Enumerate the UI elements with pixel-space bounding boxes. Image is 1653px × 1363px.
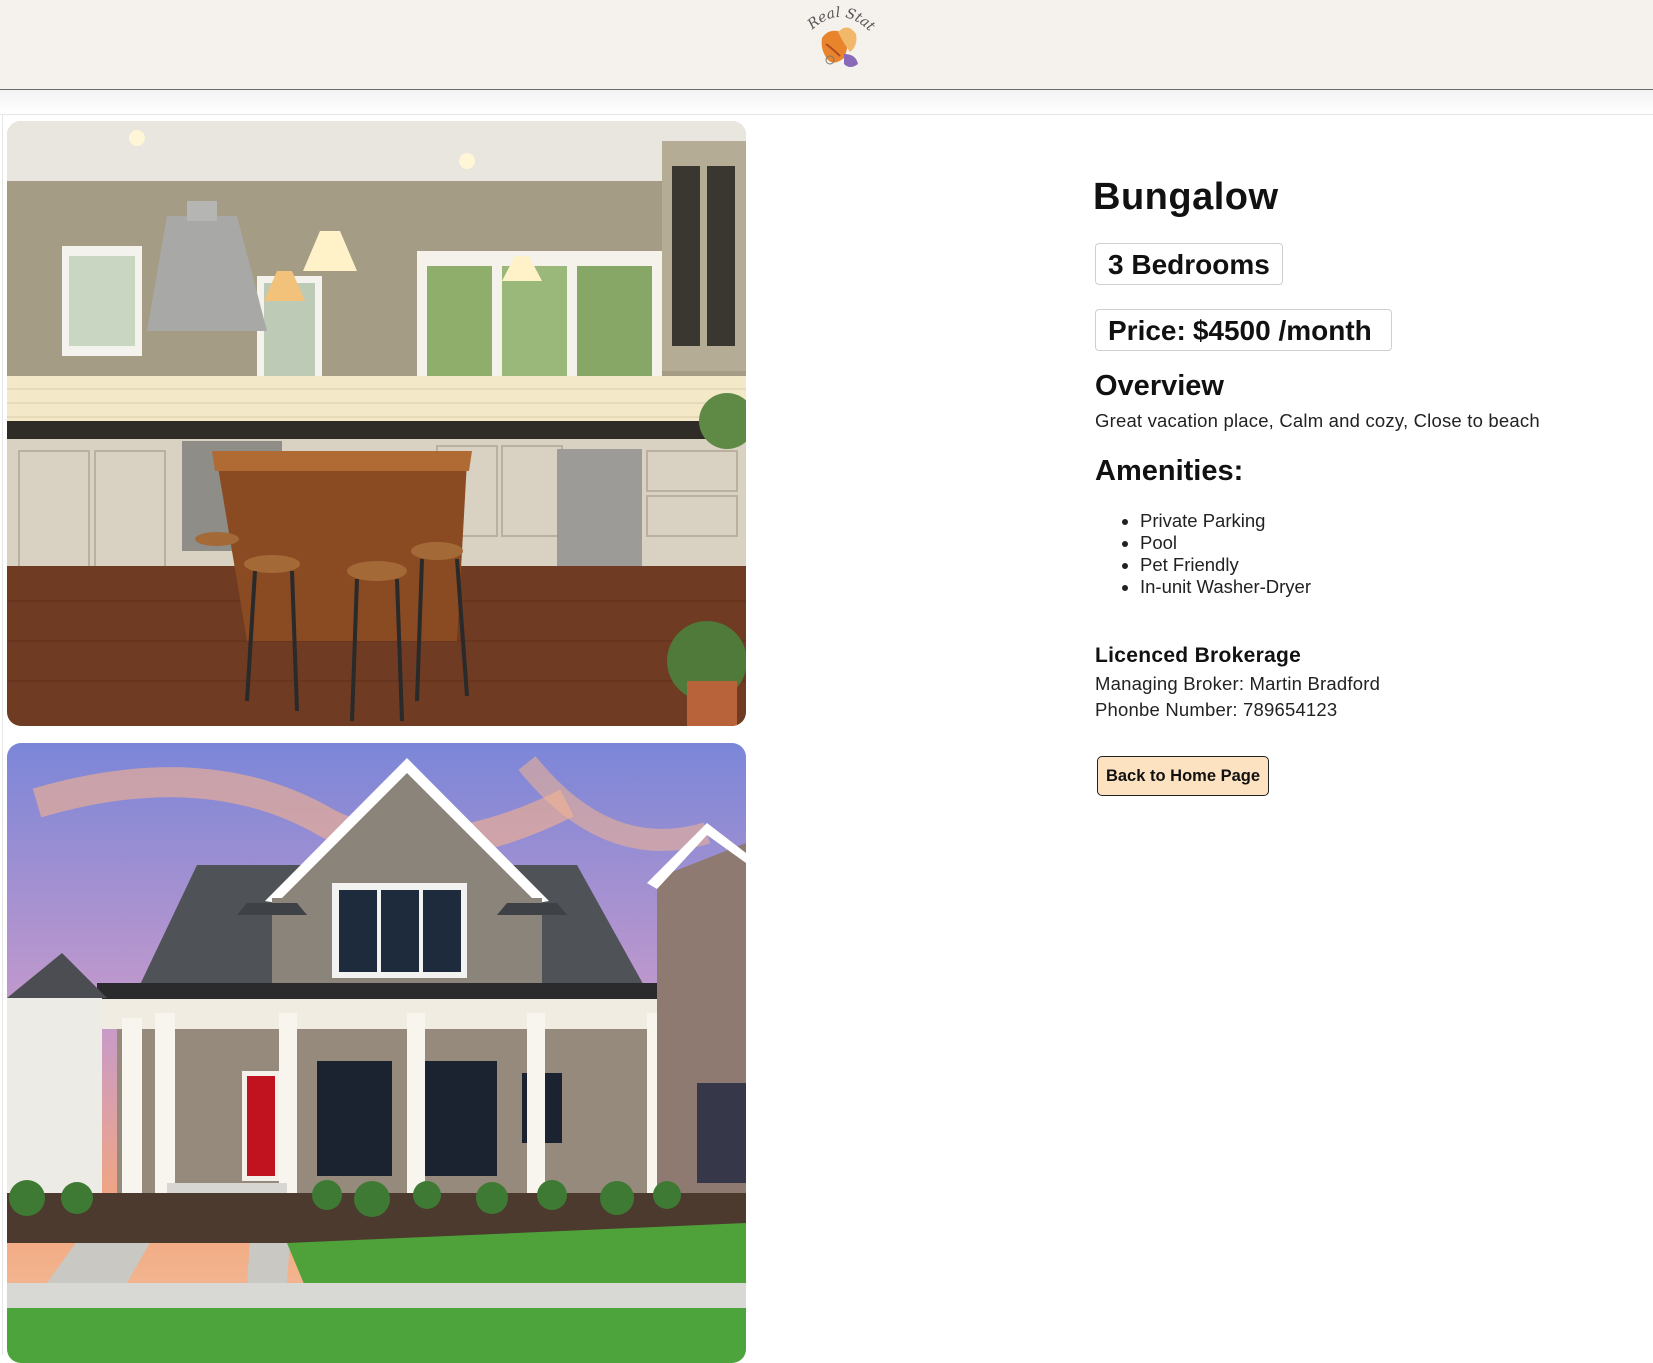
- brokerage-heading: Licenced Brokerage: [1095, 644, 1302, 667]
- kitchen-photo: [7, 121, 746, 726]
- price-badge: Price: $4500 /month: [1095, 309, 1392, 351]
- house-exterior-photo: [7, 743, 746, 1363]
- header-divider: [0, 90, 1653, 115]
- real-state-logo[interactable]: Real State: [796, 0, 880, 72]
- overview-text: Great vacation place, Calm and cozy, Clo…: [1095, 410, 1540, 431]
- back-to-home-button[interactable]: Back to Home Page: [1097, 756, 1269, 796]
- amenity-item: Private Parking: [1140, 510, 1311, 532]
- managing-broker: Managing Broker: Martin Bradford: [1095, 673, 1381, 694]
- overview-heading: Overview: [1095, 370, 1224, 402]
- broker-phone: Phonbe Number: 789654123: [1095, 699, 1338, 720]
- listing-title: Bungalow: [1093, 176, 1279, 218]
- svg-text:Real State: Real State: [800, 4, 878, 35]
- price-value: $4500 /month: [1192, 315, 1372, 346]
- bedrooms-badge: 3 Bedrooms: [1095, 243, 1283, 285]
- amenity-item: Pool: [1140, 532, 1311, 554]
- amenity-item: Pet Friendly: [1140, 554, 1311, 576]
- amenities-heading: Amenities:: [1095, 455, 1244, 487]
- logo-text: Real State: [796, 0, 878, 35]
- amenity-item: In-unit Washer-Dryer: [1140, 576, 1311, 598]
- site-header: Real State: [0, 0, 1653, 90]
- price-label: Price:: [1108, 315, 1186, 346]
- amenities-list: Private Parking Pool Pet Friendly In-uni…: [1095, 510, 1311, 598]
